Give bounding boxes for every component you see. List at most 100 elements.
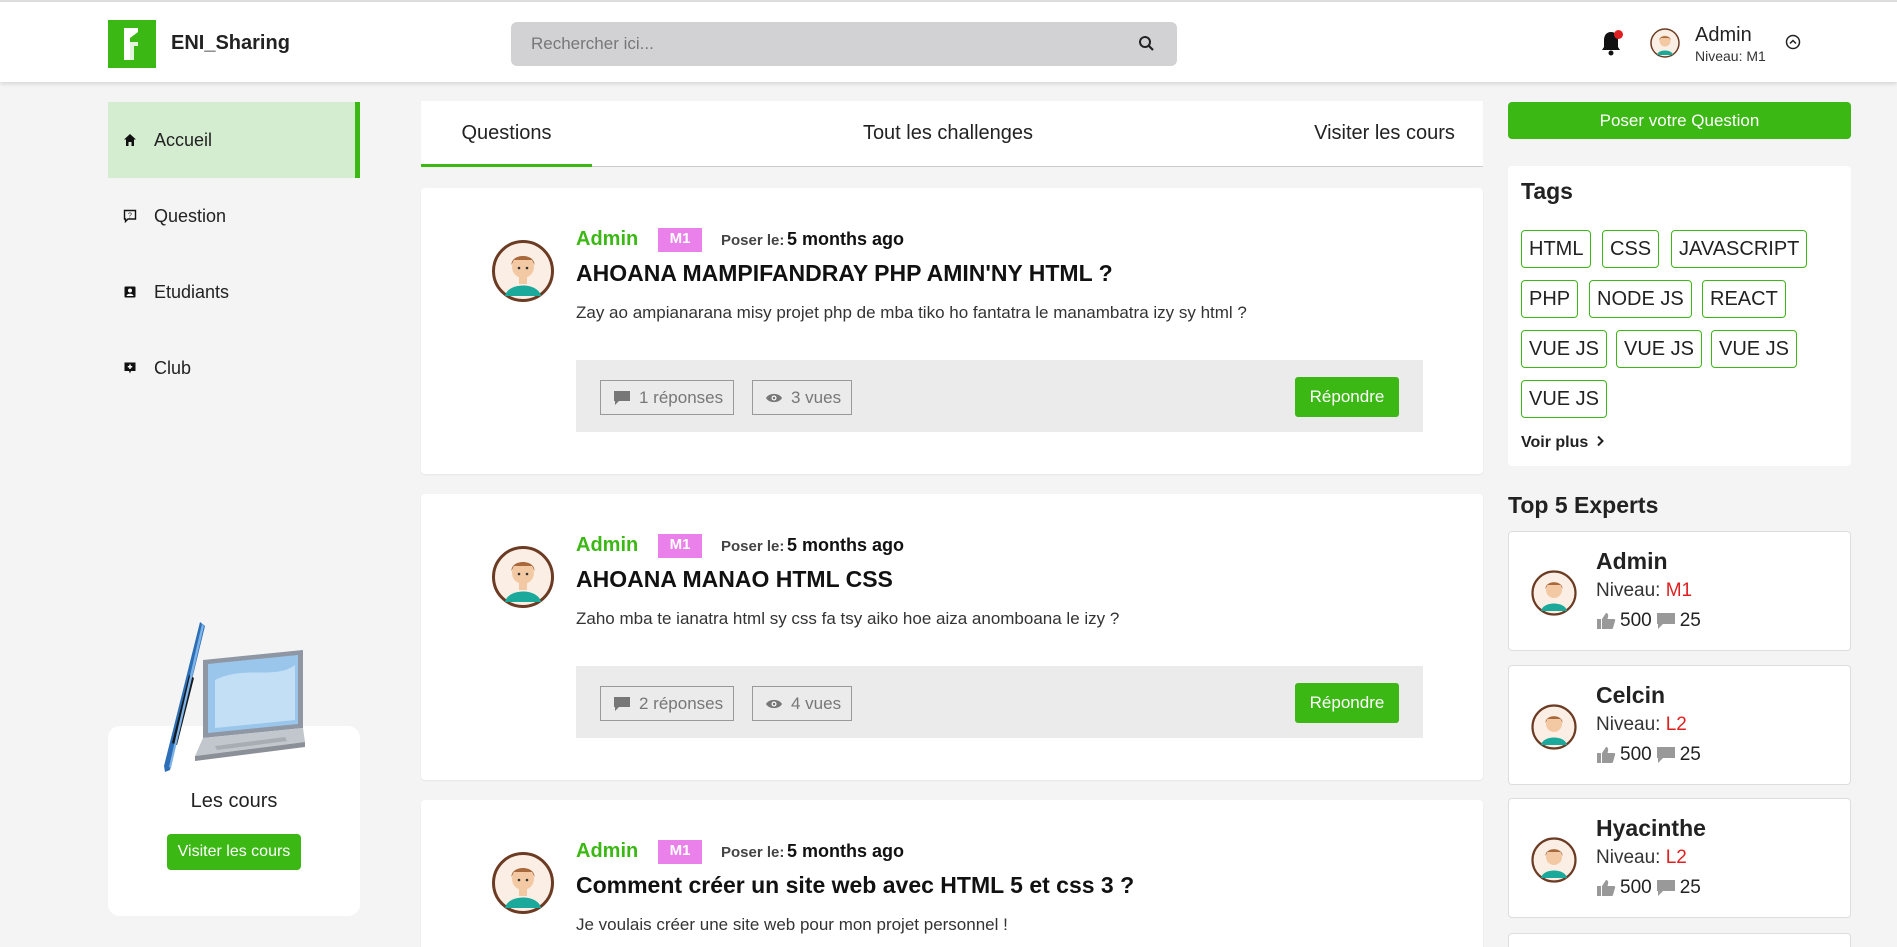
- views-count: 3 vues: [752, 380, 853, 415]
- question-body: Zay ao ampianarana misy projet php de mb…: [576, 303, 1247, 322]
- tab-questions[interactable]: Questions: [421, 101, 592, 167]
- tag-chip[interactable]: PHP: [1521, 280, 1579, 318]
- sidebar-item-label: Accueil: [154, 129, 213, 150]
- question-title[interactable]: Comment créer un site web avec HTML 5 et…: [576, 872, 1134, 899]
- question-author[interactable]: Admin: [576, 840, 638, 863]
- expert-level: Niveau: L2: [1596, 847, 1687, 869]
- expert-name: Hyacinthe: [1596, 815, 1706, 841]
- tag-chip[interactable]: CSS: [1602, 230, 1660, 268]
- search-bar: [511, 22, 1177, 66]
- expert-level-label: Niveau:: [1596, 580, 1661, 601]
- courses-title: Les cours: [190, 790, 278, 812]
- posted-time: 5 months ago: [787, 535, 905, 555]
- home-icon: [122, 132, 138, 148]
- chevron-right-icon: [1597, 435, 1604, 447]
- expert-likes: 500: [1620, 610, 1652, 631]
- expert-card[interactable]: Celcin Niveau: L2 500 25: [1508, 665, 1851, 785]
- contact-icon: [122, 284, 138, 300]
- expert-avatar: [1531, 837, 1577, 883]
- sidebar-item-club[interactable]: Club: [108, 330, 360, 406]
- eye-icon: [766, 393, 782, 402]
- comment-icon: [614, 390, 630, 405]
- posted-time: 5 months ago: [787, 841, 905, 861]
- tag-chip[interactable]: VUE JS: [1521, 330, 1608, 368]
- views-text: 4 vues: [791, 693, 842, 713]
- app-logo[interactable]: [108, 20, 156, 68]
- question-author[interactable]: Admin: [576, 228, 638, 251]
- expert-card[interactable]: [1508, 933, 1851, 947]
- level-badge: M1: [658, 228, 702, 252]
- tag-chip[interactable]: VUE JS: [1521, 380, 1608, 418]
- posted-label: Poser le:: [721, 538, 785, 555]
- comment-icon: [1656, 613, 1675, 629]
- expert-likes: 500: [1620, 877, 1652, 898]
- content-tabs: Questions Tout les challenges Visiter le…: [421, 101, 1483, 167]
- tags-title: Tags: [1521, 178, 1573, 204]
- question-body: Zaho mba te ianatra html sy css fa tsy a…: [576, 609, 1120, 628]
- brand-name: ENI_Sharing: [171, 32, 290, 54]
- user-name: Admin: [1695, 24, 1752, 46]
- expert-name: Celcin: [1596, 682, 1666, 708]
- search-icon[interactable]: [1137, 34, 1157, 54]
- expert-avatar: [1531, 704, 1577, 750]
- question-author[interactable]: Admin: [576, 534, 638, 557]
- comment-icon: [614, 696, 630, 711]
- club-icon: [122, 360, 138, 376]
- expert-level: Niveau: M1: [1596, 580, 1692, 602]
- expert-level-value: L2: [1665, 847, 1687, 868]
- svg-text:?: ?: [128, 213, 132, 220]
- see-more-link[interactable]: Voir plus: [1521, 434, 1605, 452]
- tab-courses[interactable]: Visiter les cours: [1292, 101, 1477, 167]
- tag-chip[interactable]: HTML: [1521, 230, 1592, 268]
- tag-chip[interactable]: REACT: [1702, 280, 1786, 318]
- author-avatar[interactable]: [492, 240, 554, 302]
- tag-chip[interactable]: VUE JS: [1711, 330, 1798, 368]
- views-count: 4 vues: [752, 686, 853, 721]
- question-card: Admin M1 Poser le: 5 months ago Comment …: [421, 800, 1483, 947]
- sidebar-item-question[interactable]: ? Question: [108, 178, 360, 254]
- level-badge: M1: [658, 840, 702, 864]
- question-title[interactable]: AHOANA MANAO HTML CSS: [576, 566, 893, 593]
- search-input[interactable]: [531, 22, 1131, 66]
- see-more-label: Voir plus: [1521, 434, 1589, 451]
- comment-icon: [1656, 880, 1675, 896]
- expert-comments: 25: [1679, 877, 1701, 898]
- sidebar-item-accueil[interactable]: Accueil: [108, 102, 360, 178]
- question-stats-bar: 1 réponses 3 vues Répondre: [576, 360, 1423, 432]
- question-card: Admin M1 Poser le: 5 months ago AHOANA M…: [421, 494, 1483, 780]
- user-level: Niveau: M1: [1695, 48, 1766, 64]
- expert-level-value: L2: [1665, 714, 1687, 735]
- question-icon: ?: [122, 208, 138, 224]
- views-text: 3 vues: [791, 387, 842, 407]
- tab-challenges[interactable]: Tout les challenges: [833, 101, 1063, 167]
- author-avatar[interactable]: [492, 852, 554, 914]
- replies-text: 2 réponses: [639, 693, 724, 713]
- expert-stats: 500 25: [1596, 877, 1701, 899]
- reply-button[interactable]: Répondre: [1295, 683, 1399, 723]
- tag-chip[interactable]: NODE JS: [1589, 280, 1692, 318]
- ask-question-button[interactable]: Poser votre Question: [1508, 102, 1851, 139]
- expert-name: Admin: [1596, 548, 1668, 574]
- question-body: Je voulais créer une site web pour mon p…: [576, 915, 1008, 934]
- expert-level: Niveau: L2: [1596, 714, 1687, 736]
- expert-stats: 500 25: [1596, 610, 1701, 632]
- user-avatar[interactable]: [1650, 28, 1680, 58]
- expert-level-label: Niveau:: [1596, 847, 1661, 868]
- tag-chip[interactable]: JAVASCRIPT: [1671, 230, 1808, 268]
- tag-chip[interactable]: VUE JS: [1616, 330, 1703, 368]
- author-avatar[interactable]: [492, 546, 554, 608]
- chevron-up-circle-icon[interactable]: [1785, 34, 1801, 50]
- expert-card[interactable]: Hyacinthe Niveau: L2 500 25: [1508, 798, 1851, 918]
- expert-card[interactable]: Admin Niveau: M1 500 25: [1508, 531, 1851, 651]
- replies-count: 1 réponses: [600, 380, 735, 415]
- question-title[interactable]: AHOANA MAMPIFANDRAY PHP AMIN'NY HTML ?: [576, 260, 1113, 287]
- visit-courses-button[interactable]: Visiter les cours: [167, 834, 301, 870]
- expert-level-value: M1: [1665, 580, 1693, 601]
- replies-count: 2 réponses: [600, 686, 735, 721]
- eye-icon: [766, 699, 782, 708]
- sidebar-item-etudiants[interactable]: Etudiants: [108, 254, 360, 330]
- top-header: ENI_Sharing Admin Niveau: M1: [0, 0, 1897, 82]
- reply-button[interactable]: Répondre: [1295, 377, 1399, 417]
- experts-title: Top 5 Experts: [1508, 492, 1659, 518]
- posted-time: 5 months ago: [787, 229, 905, 249]
